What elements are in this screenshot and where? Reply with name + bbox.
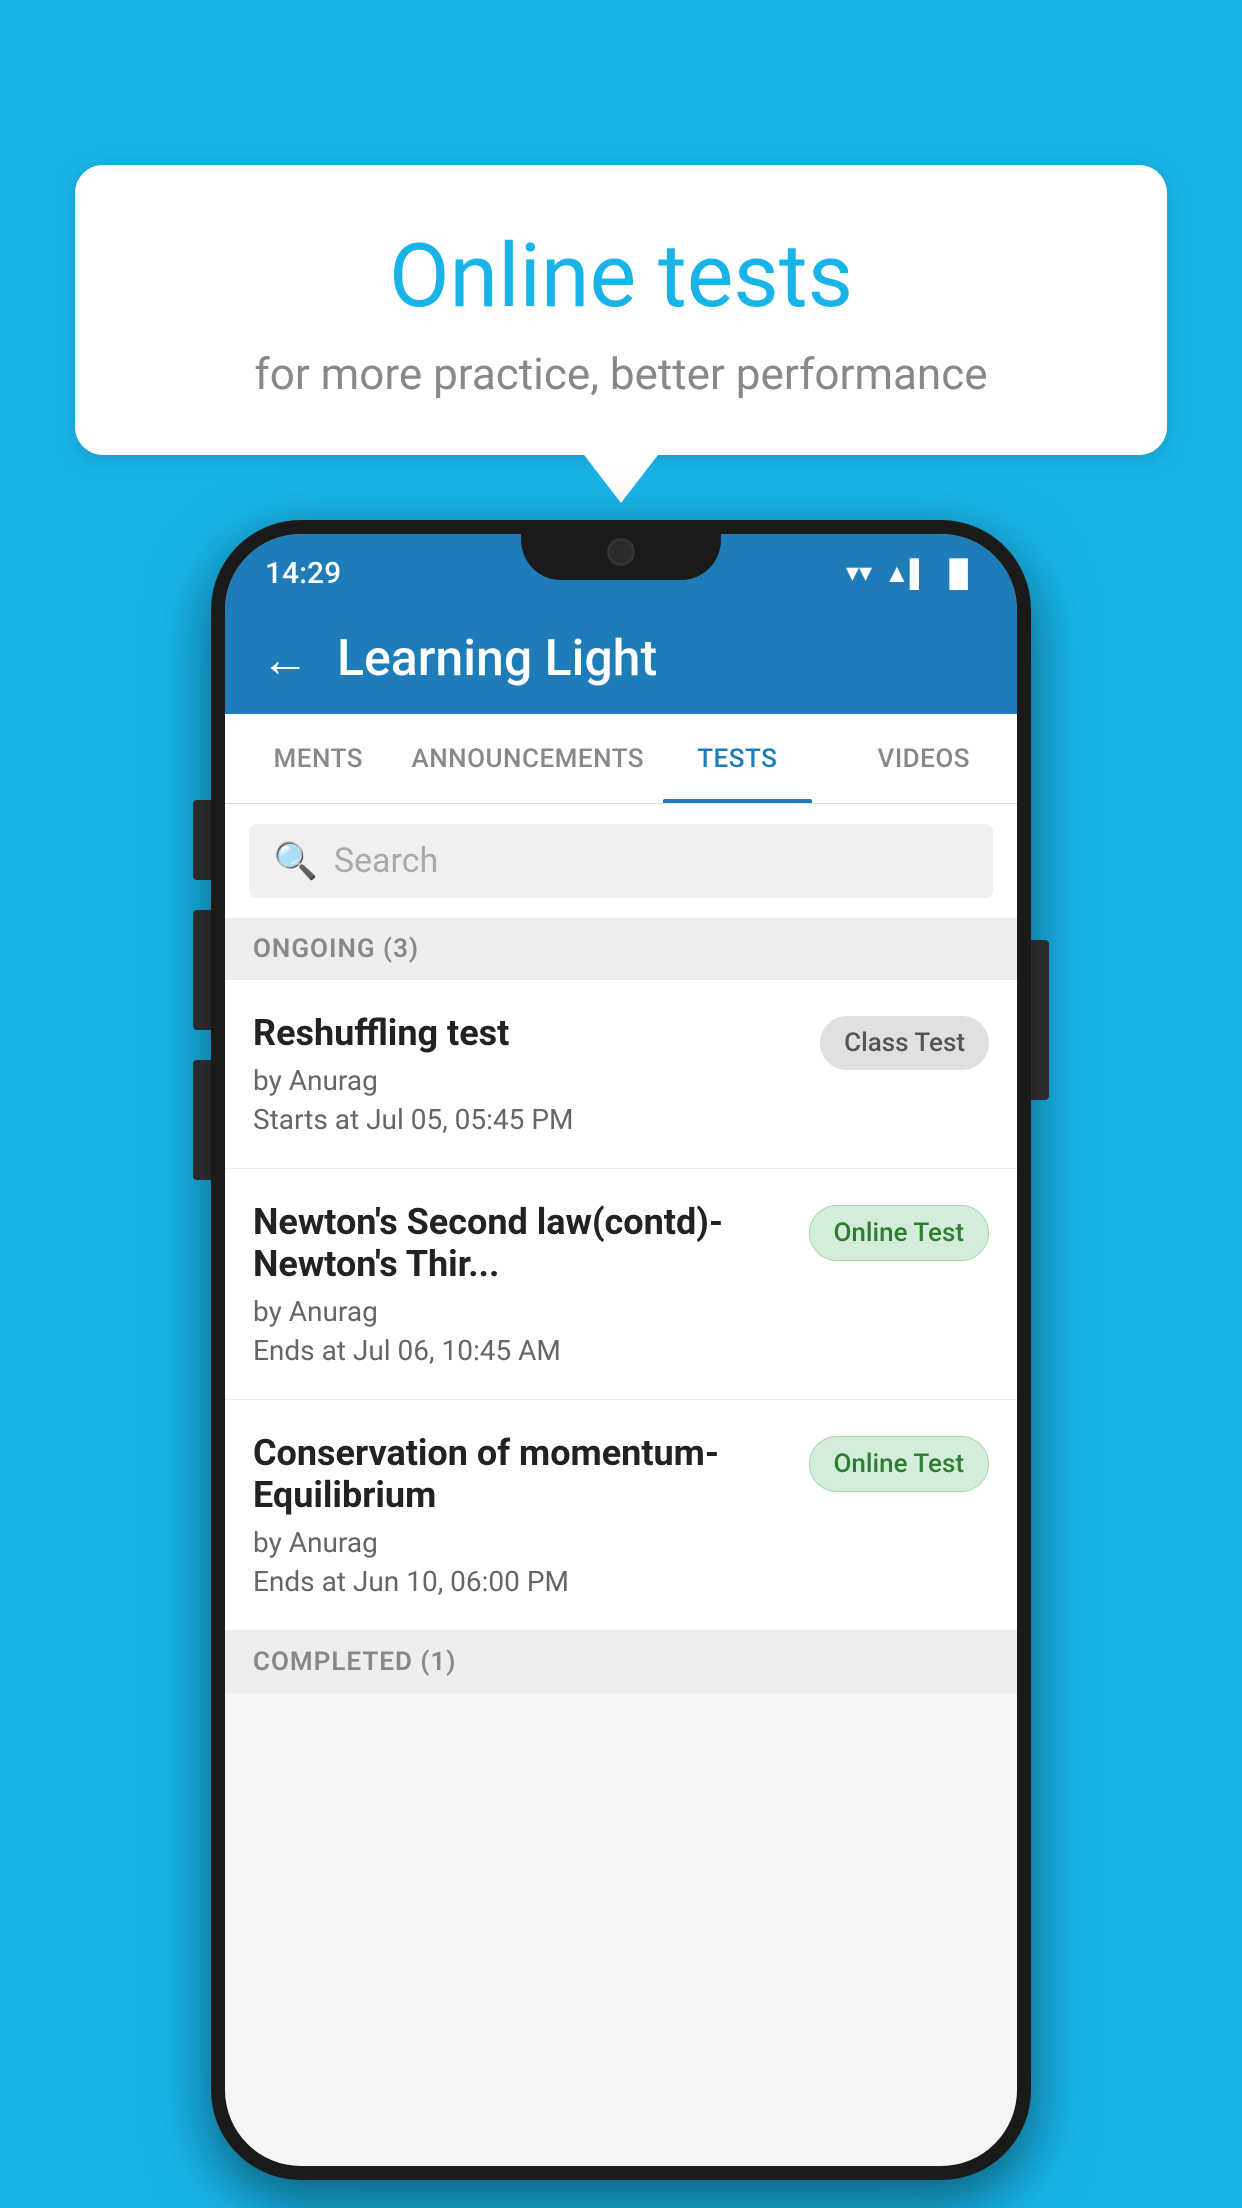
phone-button-power [193, 800, 211, 880]
phone-screen: 14:29 ▾▾ ▲▌ ▐▌ ← Learning Light MENTS [225, 534, 1017, 2166]
badge-online-test-2: Online Test [809, 1205, 990, 1261]
test-item-reshuffling[interactable]: Reshuffling test by Anurag Starts at Jul… [225, 980, 1017, 1169]
tab-tests[interactable]: TESTS [644, 714, 830, 803]
phone-container: 14:29 ▾▾ ▲▌ ▐▌ ← Learning Light MENTS [211, 520, 1031, 2180]
search-icon: 🔍 [273, 840, 318, 882]
test-info-newton: Newton's Second law(contd)-Newton's Thir… [253, 1201, 809, 1367]
tab-videos[interactable]: VIDEOS [831, 714, 1017, 803]
phone-button-vol-down [193, 1060, 211, 1180]
phone-frame: 14:29 ▾▾ ▲▌ ▐▌ ← Learning Light MENTS [211, 520, 1031, 2180]
bubble-title: Online tests [125, 225, 1117, 328]
test-date-newton: Ends at Jul 06, 10:45 AM [253, 1334, 789, 1367]
status-icons: ▾▾ ▲▌ ▐▌ [846, 558, 977, 589]
search-input-wrapper[interactable]: 🔍 Search [249, 824, 993, 898]
badge-online-test-3: Online Test [809, 1436, 990, 1492]
ongoing-section-header: ONGOING (3) [225, 918, 1017, 980]
tab-ments[interactable]: MENTS [225, 714, 411, 803]
notch [521, 520, 721, 580]
phone-button-vol-up [193, 910, 211, 1030]
battery-icon: ▐▌ [940, 558, 977, 589]
tab-bar: MENTS ANNOUNCEMENTS TESTS VIDEOS [225, 714, 1017, 804]
test-date-reshuffling: Starts at Jul 05, 05:45 PM [253, 1103, 800, 1136]
status-time: 14:29 [265, 556, 341, 591]
app-title: Learning Light [337, 630, 657, 688]
phone-button-right [1031, 940, 1049, 1100]
camera [607, 538, 635, 566]
test-item-newton[interactable]: Newton's Second law(contd)-Newton's Thir… [225, 1169, 1017, 1400]
test-author-conservation: by Anurag [253, 1526, 789, 1559]
test-name-newton: Newton's Second law(contd)-Newton's Thir… [253, 1201, 789, 1285]
test-author-reshuffling: by Anurag [253, 1064, 800, 1097]
tab-announcements[interactable]: ANNOUNCEMENTS [411, 714, 644, 803]
search-bar: 🔍 Search [225, 804, 1017, 918]
test-name-reshuffling: Reshuffling test [253, 1012, 800, 1054]
completed-section-header: COMPLETED (1) [225, 1631, 1017, 1693]
completed-section-title: COMPLETED (1) [253, 1647, 456, 1677]
speech-bubble: Online tests for more practice, better p… [75, 165, 1167, 455]
badge-class-test-1: Class Test [820, 1016, 989, 1070]
test-date-conservation: Ends at Jun 10, 06:00 PM [253, 1565, 789, 1598]
app-bar: ← Learning Light [225, 604, 1017, 714]
test-name-conservation: Conservation of momentum-Equilibrium [253, 1432, 789, 1516]
wifi-icon: ▾▾ [846, 558, 872, 588]
test-info-conservation: Conservation of momentum-Equilibrium by … [253, 1432, 809, 1598]
test-list: Reshuffling test by Anurag Starts at Jul… [225, 980, 1017, 1631]
test-info-reshuffling: Reshuffling test by Anurag Starts at Jul… [253, 1012, 820, 1136]
signal-icon: ▲▌ [884, 558, 928, 589]
ongoing-section-title: ONGOING (3) [253, 934, 419, 964]
back-button[interactable]: ← [261, 631, 309, 688]
screen-content: 14:29 ▾▾ ▲▌ ▐▌ ← Learning Light MENTS [225, 534, 1017, 2166]
bubble-subtitle: for more practice, better performance [125, 348, 1117, 400]
search-placeholder: Search [334, 841, 438, 881]
test-author-newton: by Anurag [253, 1295, 789, 1328]
test-item-conservation[interactable]: Conservation of momentum-Equilibrium by … [225, 1400, 1017, 1631]
